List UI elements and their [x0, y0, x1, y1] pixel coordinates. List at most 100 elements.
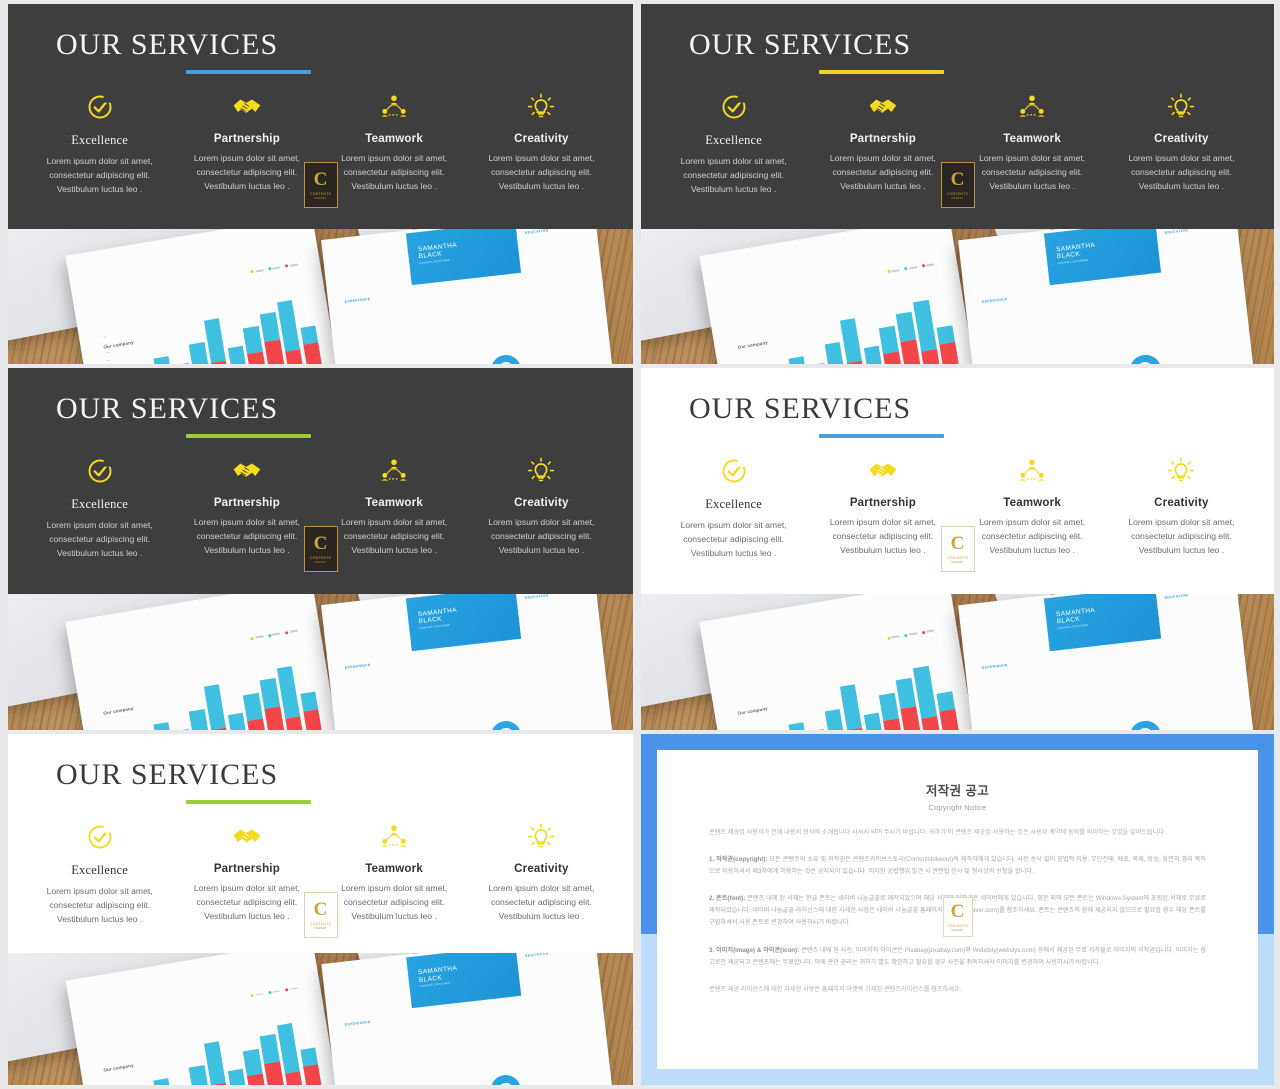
service-card-teamwork[interactable]: Teamwork Lorem ipsum dolor sit amet, con…	[321, 90, 468, 197]
chart-bar-segment	[939, 708, 959, 730]
chart-bars	[745, 297, 960, 364]
resume-section-education: EDUCATION	[1164, 229, 1189, 235]
body-line: Vestibulum luctus leo .	[56, 547, 143, 558]
slide-2[interactable]: OUR SERVICES Excellence Lorem ipsum dolo…	[641, 4, 1274, 364]
chart-bar-segment	[284, 350, 303, 364]
service-card-excellence[interactable]: Excellence Lorem ipsum dolor sit amet, c…	[26, 820, 173, 927]
resume-avatar	[489, 718, 523, 730]
contents-watermark: C CONTENTS MARKET	[303, 892, 338, 938]
service-card-body: Lorem ipsum dolor sit amet, consectetur …	[179, 152, 314, 194]
legend-item	[267, 266, 281, 272]
slide-4[interactable]: OUR SERVICES Excellence Lorem ipsum dolo…	[641, 368, 1274, 730]
resume-header-block: SAMANTHA BLACK GRAPHIC DESIGNER	[406, 594, 522, 651]
resume-document: SAMANTHA BLACK GRAPHIC DESIGNER EXPERIEN…	[321, 953, 614, 1085]
watermark-line1: CONTENTS	[309, 192, 332, 196]
accent-bar	[819, 434, 944, 438]
slide-cell-2[interactable]: OUR SERVICES Excellence Lorem ipsum dolo…	[637, 0, 1280, 364]
resume-header-block: SAMANTHA BLACK GRAPHIC DESIGNER	[406, 953, 522, 1009]
service-card-excellence[interactable]: Excellence Lorem ipsum dolor sit amet, c…	[26, 90, 173, 197]
body-line: Vestibulum luctus leo .	[840, 544, 926, 555]
slide-1[interactable]: OUR SERVICES Excellence Lorem ipsum dolo…	[8, 4, 633, 364]
slide-cell-3[interactable]: OUR SERVICES Excellence Lorem ipsum dolo…	[0, 364, 637, 730]
lightbulb-icon	[1113, 454, 1250, 488]
contents-watermark: C CONTENTS MARKET	[940, 162, 975, 208]
service-card-excellence[interactable]: Excellence Lorem ipsum dolor sit amet, c…	[659, 90, 808, 197]
handshake-icon	[179, 820, 314, 854]
legend-item	[250, 635, 263, 640]
body-line: Lorem ipsum dolor sit amet,	[488, 883, 595, 893]
service-card-creativity[interactable]: Creativity Lorem ipsum dolor sit amet, c…	[1107, 90, 1256, 197]
resume-document: SAMANTHA BLACK GRAPHIC DESIGNER EXPERIEN…	[320, 229, 614, 364]
slide-cell-6[interactable]: 저작권 공고 Copyright Notice 콘텐츠 제공업 사용자가 전에 …	[637, 730, 1280, 1089]
resume-avatar	[1128, 352, 1163, 364]
service-card-partnership[interactable]: Partnership Lorem ipsum dolor sit amet, …	[173, 454, 320, 561]
body-line: consectetur adipiscing elit.	[832, 166, 934, 177]
service-card-body: Lorem ipsum dolor sit amet, consectetur …	[327, 882, 462, 924]
chart-bar-segment	[302, 1063, 322, 1085]
resume-section-education: EDUCATION	[524, 594, 549, 600]
service-card-body: Lorem ipsum dolor sit amet, consectetur …	[964, 516, 1101, 558]
section-heading: 1. 저작권(copyright):	[709, 856, 768, 864]
body-line: Lorem ipsum dolor sit amet,	[488, 517, 595, 527]
service-card-title: Teamwork	[1003, 133, 1061, 145]
chart-bar-segment	[259, 311, 280, 343]
legend-item	[267, 989, 281, 995]
body-line: Lorem ipsum dolor sit amet,	[488, 153, 595, 163]
service-card-teamwork[interactable]: Teamwork Lorem ipsum dolor sit amet, con…	[321, 820, 468, 927]
service-card-excellence[interactable]: Excellence Lorem ipsum dolor sit amet, c…	[26, 454, 173, 561]
body-line: Lorem ipsum dolor sit amet,	[46, 520, 153, 530]
legend-item	[284, 986, 298, 992]
copyright-title: 저작권 공고	[925, 784, 990, 798]
chart-bar-segment	[284, 716, 303, 730]
body-line: Lorem ipsum dolor sit amet,	[1128, 517, 1235, 527]
slide-cell-5[interactable]: OUR SERVICES Excellence Lorem ipsum dolo…	[0, 730, 637, 1089]
teamwork-network-icon	[327, 820, 462, 854]
service-card-partnership[interactable]: Partnership Lorem ipsum dolor sit amet, …	[808, 454, 957, 561]
service-card-creativity[interactable]: Creativity Lorem ipsum dolor sit amet, c…	[468, 454, 615, 561]
service-card-creativity[interactable]: Creativity Lorem ipsum dolor sit amet, c…	[468, 820, 615, 927]
watermark-line2: MARKET	[951, 561, 964, 564]
body-line: consectetur adipiscing elit.	[683, 533, 785, 544]
service-card-partnership[interactable]: Partnership Lorem ipsum dolor sit amet, …	[173, 820, 320, 927]
chart-bar-segment	[227, 346, 247, 364]
service-card-partnership[interactable]: Partnership Lorem ipsum dolor sit amet, …	[173, 90, 320, 197]
body-line: Lorem ipsum dolor sit amet,	[341, 153, 448, 163]
service-card-excellence[interactable]: Excellence Lorem ipsum dolor sit amet, c…	[659, 454, 808, 561]
services-section-1: OUR SERVICES Excellence Lorem ipsum dolo…	[8, 4, 633, 229]
bar-chart-report-document: Our company	[65, 953, 339, 1085]
service-card-body: Lorem ipsum dolor sit amet, consectetur …	[327, 516, 462, 558]
service-card-title: Teamwork	[365, 133, 423, 145]
service-card-teamwork[interactable]: Teamwork Lorem ipsum dolor sit amet, con…	[958, 90, 1107, 197]
slide-cell-4[interactable]: OUR SERVICES Excellence Lorem ipsum dolo…	[637, 364, 1280, 730]
chart-bar-segment	[895, 311, 916, 343]
chart-bar-segment	[188, 708, 210, 730]
chart-bar-segment	[936, 691, 955, 712]
chart-bar-segment	[153, 356, 173, 364]
service-card-creativity[interactable]: Creativity Lorem ipsum dolor sit amet, c…	[468, 90, 615, 197]
chart-legend	[250, 986, 298, 998]
slide-cell-1[interactable]: OUR SERVICES Excellence Lorem ipsum dolo…	[0, 0, 637, 364]
watermark-letter: C	[313, 169, 328, 190]
watermark-letter: C	[950, 169, 965, 190]
service-card-teamwork[interactable]: Teamwork Lorem ipsum dolor sit amet, con…	[958, 454, 1107, 561]
service-card-partnership[interactable]: Partnership Lorem ipsum dolor sit amet, …	[808, 90, 957, 197]
slide-3[interactable]: OUR SERVICES Excellence Lorem ipsum dolo…	[8, 368, 633, 730]
service-card-body: Lorem ipsum dolor sit amet, consectetur …	[179, 516, 314, 558]
chart-legend	[250, 263, 298, 275]
watermark-line2: MARKET	[951, 197, 964, 200]
copyright-section-1: 1. 저작권(copyright): 모든 콘텐츠의 소유 및 저작권은 콘텐츠…	[709, 854, 1206, 878]
service-card-teamwork[interactable]: Teamwork Lorem ipsum dolor sit amet, con…	[321, 454, 468, 561]
service-card-title: Partnership	[213, 497, 280, 509]
chart-bar-segment	[878, 326, 899, 355]
slide-5[interactable]: OUR SERVICES Excellence Lorem ipsum dolo…	[8, 734, 633, 1085]
accent-bar	[186, 800, 311, 804]
chart-bar-segment	[883, 351, 901, 364]
desk-photo: Our company SAMANTHA BLACK GRAPHIC DESIG…	[8, 229, 633, 364]
service-card-creativity[interactable]: Creativity Lorem ipsum dolor sit amet, c…	[1107, 454, 1256, 561]
body-line: Vestibulum luctus leo .	[498, 910, 585, 921]
chart-bar-segment	[895, 677, 916, 709]
chart-bar-segment	[863, 712, 883, 730]
slide-copyright[interactable]: 저작권 공고 Copyright Notice 콘텐츠 제공업 사용자가 전에 …	[641, 734, 1274, 1085]
service-card-title: Excellence	[71, 497, 129, 511]
body-line: Vestibulum luctus leo .	[351, 910, 437, 921]
